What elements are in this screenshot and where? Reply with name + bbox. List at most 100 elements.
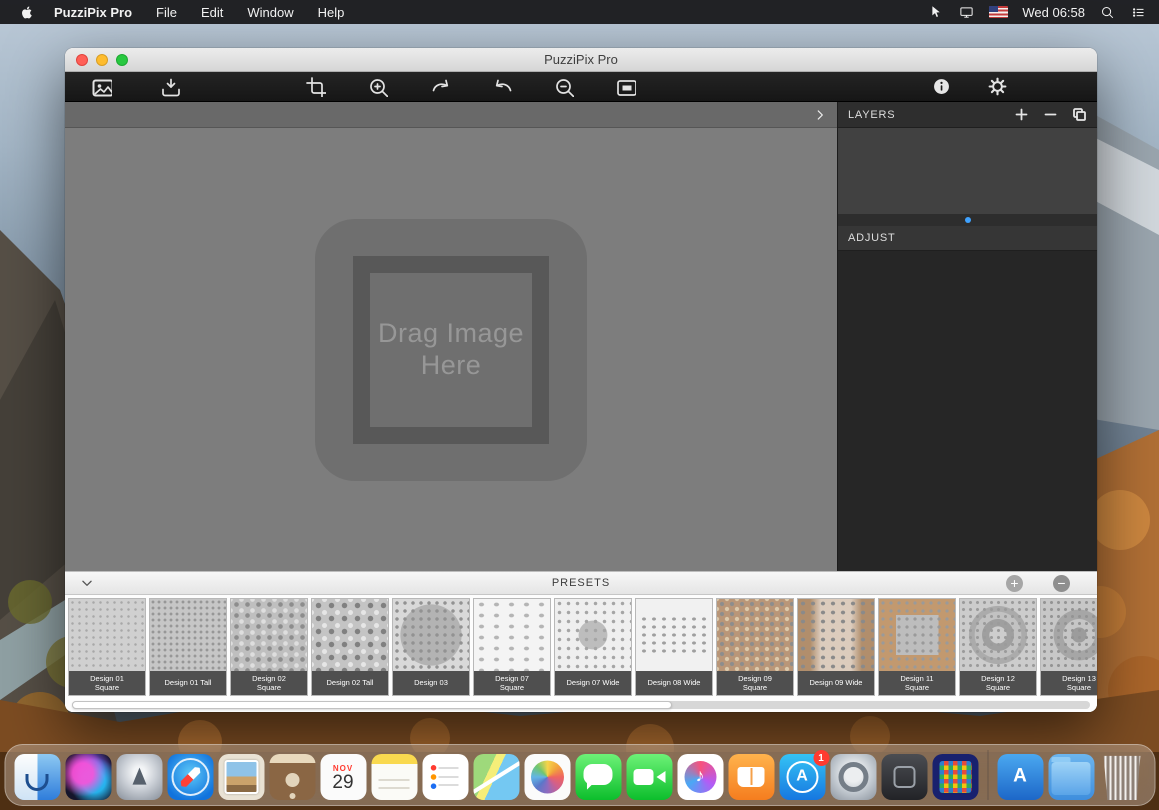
preset-image: [555, 599, 631, 671]
dock-icon-trash[interactable]: [1099, 754, 1145, 800]
dock-icon-contacts[interactable]: [269, 754, 315, 800]
title-bar[interactable]: PuzziPix Pro: [65, 48, 1097, 72]
panel-collapse-button[interactable]: [809, 104, 831, 126]
preset-thumbnail[interactable]: Design 03: [392, 598, 470, 696]
preset-label: Design 02 Square: [231, 671, 307, 695]
drop-zone-frame: Drag Image Here: [353, 256, 549, 444]
presets-bar: PRESETS + −: [65, 571, 1097, 595]
dock-icon-launchpad[interactable]: [116, 754, 162, 800]
dock-icon-reminders[interactable]: [422, 754, 468, 800]
add-preset-button[interactable]: +: [1006, 575, 1023, 592]
settings-gear-button[interactable]: [983, 74, 1011, 100]
preset-image: [150, 599, 226, 671]
add-layer-icon[interactable]: [1014, 107, 1029, 122]
dock-separator: [987, 750, 988, 800]
image-drop-zone[interactable]: Drag Image Here: [315, 219, 587, 481]
drop-zone-text: Drag Image Here: [376, 318, 526, 380]
dock-icon-app-store[interactable]: 1: [779, 754, 825, 800]
preset-thumbnail[interactable]: Design 07 Wide: [554, 598, 632, 696]
preset-label: Design 03: [393, 671, 469, 695]
display-icon[interactable]: [958, 5, 975, 20]
preset-thumbnail[interactable]: Design 07 Square: [473, 598, 551, 696]
zoom-in-icon: [367, 76, 388, 97]
dock: NOV29 1: [4, 744, 1155, 806]
dock-icon-photos[interactable]: [524, 754, 570, 800]
settings-gear-icon: [987, 76, 1008, 97]
menubar-clock[interactable]: Wed 06:58: [1022, 5, 1085, 20]
dock-icon-facetime[interactable]: [626, 754, 672, 800]
layers-header: LAYERS: [838, 102, 1097, 128]
dock-icon-notes[interactable]: [371, 754, 417, 800]
preset-image: [798, 599, 874, 671]
preset-thumbnail[interactable]: Design 09 Wide: [797, 598, 875, 696]
chevron-right-icon: [813, 108, 827, 122]
dock-icon-puzzipix[interactable]: [932, 754, 978, 800]
preset-thumbnail[interactable]: Design 01 Square: [68, 598, 146, 696]
menubar-app-name[interactable]: PuzziPix Pro: [44, 5, 142, 20]
menu-edit[interactable]: Edit: [191, 5, 233, 20]
side-panel: LAYERS ADJUST: [837, 102, 1097, 571]
dock-icon-siri[interactable]: [65, 754, 111, 800]
preset-thumbnail[interactable]: Design 01 Tall: [149, 598, 227, 696]
notification-list-icon[interactable]: [1130, 5, 1147, 20]
dock-icon-downloads[interactable]: [1048, 754, 1094, 800]
info-button[interactable]: [927, 74, 955, 100]
import-image-button[interactable]: [155, 74, 183, 100]
preset-label: Design 13 Square: [1041, 671, 1097, 695]
menu-file[interactable]: File: [146, 5, 187, 20]
dock-icon-messages[interactable]: [575, 754, 621, 800]
redo-button[interactable]: [487, 74, 515, 100]
undo-button[interactable]: [425, 74, 453, 100]
menu-bar: PuzziPix Pro File Edit Window Help Wed 0…: [0, 0, 1159, 24]
preset-image: [474, 599, 550, 671]
search-icon[interactable]: [1099, 5, 1116, 20]
presets-collapse-button[interactable]: [77, 573, 97, 593]
preview-image-button[interactable]: [611, 74, 639, 100]
pointer-icon[interactable]: [927, 5, 944, 20]
dock-icon-music[interactable]: [677, 754, 723, 800]
crop-button[interactable]: [301, 74, 329, 100]
layers-opacity-slider[interactable]: [838, 214, 1097, 226]
dock-icon-blue-app[interactable]: [997, 754, 1043, 800]
apple-menu[interactable]: [14, 5, 40, 20]
preset-thumbnail[interactable]: Design 12 Square: [959, 598, 1037, 696]
dock-icon-maps[interactable]: [473, 754, 519, 800]
presets-strip: Design 01 SquareDesign 01 TallDesign 02 …: [65, 595, 1097, 698]
us-flag-icon[interactable]: [989, 6, 1008, 18]
preset-image: [1041, 599, 1097, 671]
preset-thumbnail[interactable]: Design 09 Square: [716, 598, 794, 696]
duplicate-layer-icon[interactable]: [1072, 107, 1087, 122]
slider-thumb[interactable]: [965, 217, 971, 223]
dock-icon-preview[interactable]: [218, 754, 264, 800]
zoom-out-button[interactable]: [549, 74, 577, 100]
preset-label: Design 02 Tall: [312, 671, 388, 695]
layers-list: [838, 128, 1097, 214]
preset-thumbnail[interactable]: Design 08 Wide: [635, 598, 713, 696]
info-icon: [931, 76, 952, 97]
menu-window[interactable]: Window: [237, 5, 303, 20]
adjust-title: ADJUST: [848, 232, 896, 244]
preset-thumbnail[interactable]: Design 02 Tall: [311, 598, 389, 696]
dock-icon-finder[interactable]: [14, 754, 60, 800]
dock-icon-calendar[interactable]: NOV29: [320, 754, 366, 800]
dock-icon-books[interactable]: [728, 754, 774, 800]
preset-label: Design 09 Wide: [798, 671, 874, 695]
preset-image: [312, 599, 388, 671]
layers-title: LAYERS: [848, 109, 895, 121]
scrollbar-thumb[interactable]: [72, 701, 672, 709]
remove-preset-button[interactable]: −: [1053, 575, 1070, 592]
preset-thumbnail[interactable]: Design 13 Square: [1040, 598, 1097, 696]
open-image-button[interactable]: [87, 74, 115, 100]
preset-label: Design 09 Square: [717, 671, 793, 695]
preset-thumbnail[interactable]: Design 02 Square: [230, 598, 308, 696]
dock-icon-safari[interactable]: [167, 754, 213, 800]
dock-icon-utility[interactable]: [881, 754, 927, 800]
adjust-panel-body: [838, 251, 1097, 571]
zoom-in-button[interactable]: [363, 74, 391, 100]
menu-help[interactable]: Help: [308, 5, 355, 20]
preset-thumbnail[interactable]: Design 11 Square: [878, 598, 956, 696]
remove-layer-icon[interactable]: [1043, 107, 1058, 122]
preset-label: Design 12 Square: [960, 671, 1036, 695]
dock-icon-system-preferences[interactable]: [830, 754, 876, 800]
calendar-day: 29: [332, 773, 353, 792]
